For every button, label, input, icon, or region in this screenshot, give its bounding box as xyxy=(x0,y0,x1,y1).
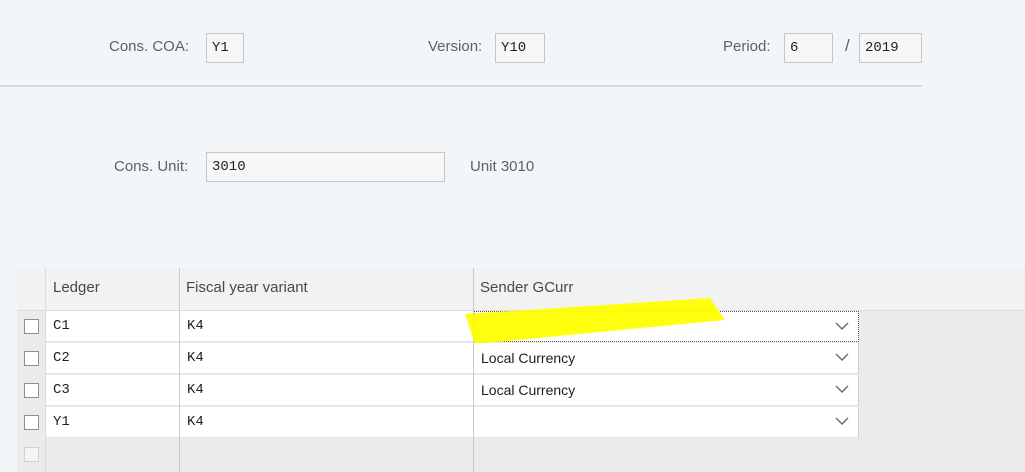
ledger-table: Ledger Fiscal year variant Sender GCurr … xyxy=(17,268,1025,472)
version-label: Version: xyxy=(428,38,483,55)
row-select-checkbox[interactable] xyxy=(24,415,39,430)
ledger-cell: Y1 xyxy=(46,407,179,438)
column-header-ledger[interactable]: Ledger xyxy=(53,279,100,296)
cons-coa-label: Cons. COA: xyxy=(109,38,190,55)
period-field[interactable]: 6 xyxy=(784,33,833,63)
row-select-checkbox[interactable] xyxy=(24,319,39,334)
sender-gcurr-select[interactable]: Local Currency xyxy=(474,375,859,406)
chevron-down-icon[interactable] xyxy=(834,413,850,429)
yellow-highlight-mark xyxy=(465,298,725,344)
chevron-down-icon[interactable] xyxy=(834,318,850,334)
ledger-cell: C1 xyxy=(46,311,179,342)
chevron-down-icon[interactable] xyxy=(834,349,850,365)
sender-gcurr-select[interactable]: Local Currency xyxy=(474,343,859,374)
fiscal-year-variant-cell[interactable]: K4 xyxy=(180,311,473,342)
table-row: C2 K4 Local Currency xyxy=(17,343,1025,375)
table-row: C3 K4 Local Currency xyxy=(17,375,1025,407)
fiscal-year-variant-cell[interactable]: K4 xyxy=(180,407,473,438)
header-divider xyxy=(0,85,922,87)
fiscal-year-field[interactable]: 2019 xyxy=(859,33,922,63)
row-select-checkbox[interactable] xyxy=(24,383,39,398)
chevron-down-icon[interactable] xyxy=(834,381,850,397)
column-header-sender-gcurr[interactable]: Sender GCurr xyxy=(480,279,573,296)
row-select-checkbox xyxy=(24,447,39,462)
fiscal-year-variant-cell[interactable]: K4 xyxy=(180,343,473,374)
fiscal-year-variant-cell[interactable]: K4 xyxy=(180,375,473,406)
cons-unit-label: Cons. Unit: xyxy=(114,158,189,175)
version-field[interactable]: Y10 xyxy=(495,33,545,63)
cons-unit-description: Unit 3010 xyxy=(470,158,535,175)
sender-gcurr-select[interactable] xyxy=(474,407,859,438)
cons-coa-field[interactable]: Y1 xyxy=(206,33,244,63)
ledger-cell: C2 xyxy=(46,343,179,374)
column-header-fiscal-year-variant[interactable]: Fiscal year variant xyxy=(186,279,308,296)
row-select-checkbox[interactable] xyxy=(24,351,39,366)
table-row: Y1 K4 xyxy=(17,407,1025,439)
ledger-cell: C3 xyxy=(46,375,179,406)
table-row: C1 K4 xyxy=(17,298,1025,344)
sender-gcurr-select[interactable] xyxy=(465,298,859,344)
cons-unit-field[interactable]: 3010 xyxy=(206,152,445,182)
period-label: Period: xyxy=(723,38,771,55)
sender-gcurr-value: Local Currency xyxy=(481,382,576,398)
empty-table-row xyxy=(17,439,1025,471)
period-separator: / xyxy=(845,36,850,55)
sender-gcurr-value: Local Currency xyxy=(481,350,576,366)
